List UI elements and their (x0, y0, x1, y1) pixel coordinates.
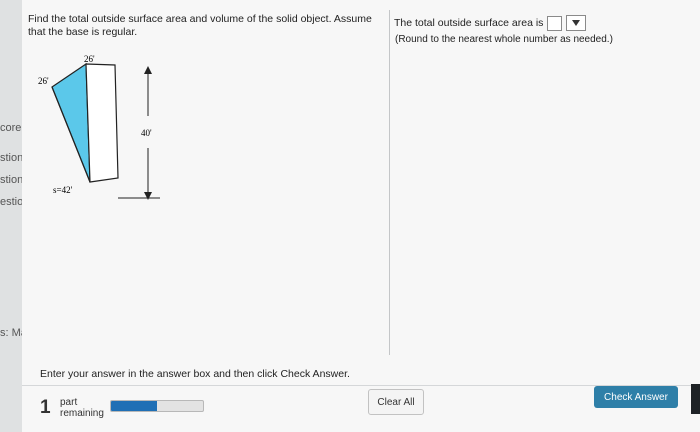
label-top: 26' (84, 54, 95, 64)
units-dropdown[interactable] (566, 15, 587, 31)
edge-bar (691, 384, 700, 414)
triangular-face (51, 62, 91, 183)
label-slant: s=42' (53, 185, 73, 195)
parts-remaining-label: part remaining (60, 397, 104, 419)
parts-remaining-count: 1 (40, 397, 51, 418)
panel-divider (389, 10, 390, 355)
answer-prompt: The total outside surface area is (394, 17, 544, 29)
label-left: 26' (38, 76, 49, 86)
part-word: part (60, 397, 78, 408)
check-answer-button[interactable]: Check Answer (594, 386, 678, 408)
instruction-text: Enter your answer in the answer box and … (40, 368, 350, 380)
question-text: Find the total outside surface area and … (28, 13, 372, 38)
arrow-up-icon (144, 66, 152, 74)
solid-figure: 26' 26' 40' s=42' (38, 54, 160, 200)
arrow-down-icon (144, 192, 152, 200)
clear-all-button[interactable]: Clear All (368, 389, 424, 415)
label-height: 40' (141, 128, 152, 138)
progress-fill (111, 401, 157, 411)
remaining-word: remaining (60, 408, 104, 419)
side-face (85, 63, 119, 183)
rounding-note: (Round to the nearest whole number as ne… (395, 34, 613, 45)
answer-input-box[interactable] (547, 15, 563, 31)
progress-bar (110, 400, 204, 412)
answer-line: The total outside surface area is (394, 15, 587, 31)
left-sidebar: core stion stion estion s: Math (0, 0, 30, 432)
